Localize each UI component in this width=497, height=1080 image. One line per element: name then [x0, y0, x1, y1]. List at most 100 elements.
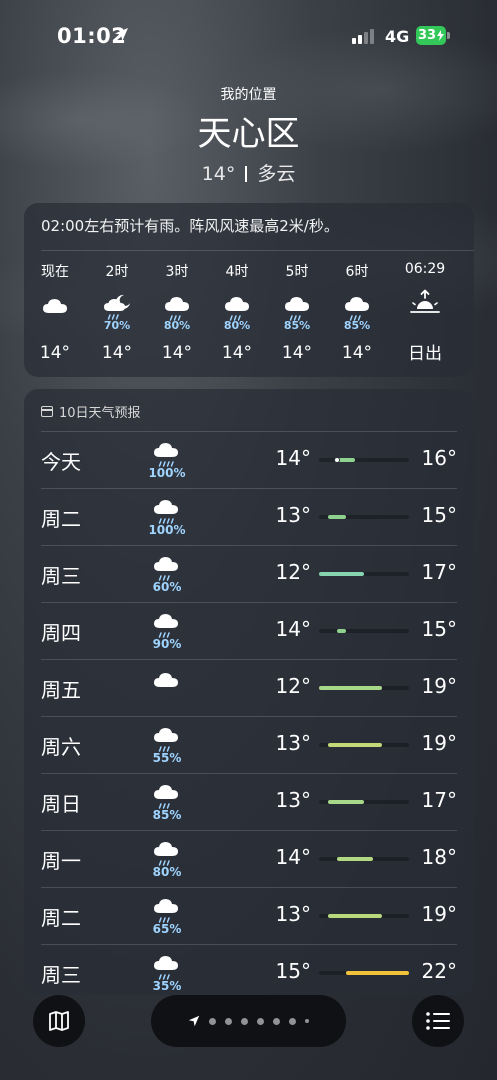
page-dot[interactable] — [289, 1017, 296, 1025]
day-low: 14° — [275, 446, 311, 470]
hour-item: 6时 85% 14° — [327, 261, 387, 363]
day-precip: 85% — [152, 808, 182, 822]
day-row[interactable]: 周六 55% 13° 19° — [41, 716, 457, 773]
hour-label: 06:29 — [404, 261, 446, 277]
rain-icon — [149, 781, 183, 811]
map-button[interactable] — [33, 995, 85, 1047]
day-high: 18° — [421, 845, 457, 869]
calendar-icon — [41, 406, 53, 417]
temp-range-track — [319, 971, 409, 975]
rain-icon: 80% — [207, 293, 267, 332]
map-icon — [49, 1011, 69, 1031]
temp-range-track — [319, 457, 409, 463]
current-condition: 多云 — [257, 163, 296, 185]
hour-label: 现在 — [41, 264, 69, 280]
hour-precip: 70% — [103, 319, 131, 332]
day-row[interactable]: 今天 100% 14° 16° — [41, 431, 457, 488]
cloud-icon — [149, 667, 183, 697]
status-bar: 01:02 4G 33 — [0, 0, 497, 70]
day-high: 16° — [421, 446, 457, 470]
page-dot[interactable] — [241, 1017, 248, 1025]
rain-icon — [149, 952, 183, 982]
rain-icon — [149, 724, 183, 754]
hour-label: 6时 — [345, 264, 369, 280]
hour-precip: 80% — [163, 319, 191, 332]
day-name: 周一 — [41, 849, 81, 873]
temp-range-track — [319, 857, 409, 861]
day-row[interactable]: 周五 12° 19° — [41, 659, 457, 716]
hour-temp: 日出 — [408, 344, 442, 364]
rain-icon: 85% — [267, 293, 327, 332]
day-precip: 80% — [152, 865, 182, 879]
day-precip: 60% — [152, 580, 182, 594]
hour-item: 3时 80% 14° — [147, 261, 207, 363]
city-name: 天心区 — [197, 114, 300, 154]
day-name: 今天 — [41, 450, 81, 474]
day-low: 13° — [275, 902, 311, 926]
temp-range-bar — [337, 629, 346, 633]
day-low: 13° — [275, 503, 311, 527]
hour-precip: 80% — [223, 319, 251, 332]
day-precip: 65% — [152, 922, 182, 936]
divider — [41, 250, 474, 251]
day-precip: 90% — [152, 637, 182, 651]
temp-range-track — [319, 914, 409, 918]
day-high: 19° — [421, 674, 457, 698]
day-precip: 35% — [152, 979, 182, 993]
day-row[interactable]: 周三 60% 12° 17° — [41, 545, 457, 602]
list-button[interactable] — [412, 995, 464, 1047]
hour-temp: 14° — [161, 343, 193, 363]
temp-range-bar — [319, 686, 382, 690]
hour-temp: 14° — [101, 343, 133, 363]
day-row[interactable]: 周二 65% 13° 19° — [41, 887, 457, 944]
ten-day-title-text: 10日天气预报 — [59, 406, 141, 421]
day-name: 周二 — [41, 906, 81, 930]
hour-item: 5时 85% 14° — [267, 261, 327, 363]
temp-range-track — [319, 800, 409, 804]
hour-temp: 14° — [39, 343, 71, 363]
temp-range-bar — [337, 857, 373, 861]
cellular-signal-icon — [352, 28, 374, 44]
hour-temp: 14° — [341, 343, 373, 363]
location-arrow-icon — [115, 28, 128, 41]
day-precip: 100% — [148, 523, 186, 537]
network-type: 4G — [385, 27, 410, 46]
page-dot[interactable] — [257, 1017, 264, 1025]
day-row[interactable]: 周四 90% 14° 15° — [41, 602, 457, 659]
page-dot[interactable] — [225, 1017, 232, 1025]
battery-tip — [447, 32, 450, 39]
day-row[interactable]: 周三 35% 15° 22° — [41, 944, 457, 995]
cloud-icon — [25, 293, 85, 329]
page-indicator[interactable] — [151, 995, 346, 1047]
hour-item: 4时 80% 14° — [207, 261, 267, 363]
temp-range-bar — [328, 743, 382, 747]
day-name: 周四 — [41, 621, 81, 645]
charging-bolt-icon — [437, 30, 445, 41]
ten-day-forecast-card[interactable]: 10日天气预报 今天 100% 14° 16° 周二 100% 13° 15° 周三 60% 12°… — [24, 389, 474, 995]
rain-icon: 80% — [147, 293, 207, 332]
day-name: 周五 — [41, 678, 81, 702]
hourly-forecast-card[interactable]: 02:00左右预计有雨。阵风风速最高2米/秒。 现在 14° 2时 70% 14° 3时 8… — [24, 203, 474, 377]
day-low: 13° — [275, 788, 311, 812]
hour-precip: 85% — [343, 319, 371, 332]
page-dot[interactable] — [273, 1017, 280, 1025]
rain-icon — [149, 610, 183, 640]
day-high: 19° — [421, 902, 457, 926]
temp-range-track — [319, 515, 409, 519]
day-row[interactable]: 周二 100% 13° 15° — [41, 488, 457, 545]
temp-range-bar — [319, 572, 364, 576]
day-high: 15° — [421, 503, 457, 527]
rain-icon — [149, 895, 183, 925]
day-name: 周二 — [41, 507, 81, 531]
temp-range-bar — [328, 800, 364, 804]
day-name: 周六 — [41, 735, 81, 759]
hour-temp: 14° — [281, 343, 313, 363]
rain-icon — [149, 838, 183, 868]
my-location-label: 我的位置 — [220, 87, 277, 103]
page-dot[interactable] — [209, 1017, 216, 1025]
day-row[interactable]: 周一 80% 14° 18° — [41, 830, 457, 887]
day-row[interactable]: 周日 85% 13° 17° — [41, 773, 457, 830]
hour-temp: 14° — [221, 343, 253, 363]
page-dot[interactable] — [305, 1019, 309, 1023]
current-temperature: 14° — [201, 163, 236, 185]
